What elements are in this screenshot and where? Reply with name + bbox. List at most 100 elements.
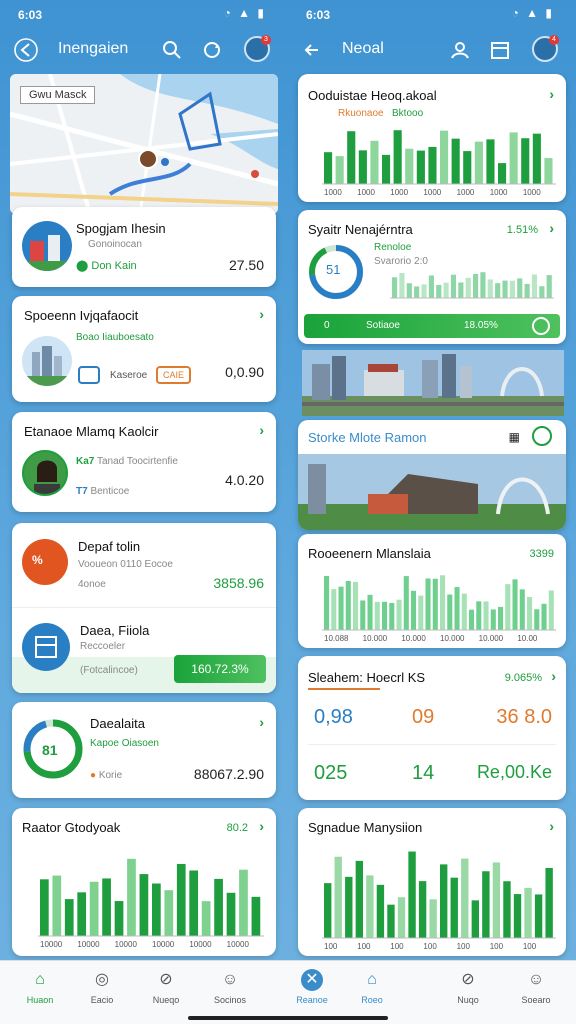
chart-bar bbox=[114, 901, 124, 936]
back-arrow-icon[interactable] bbox=[14, 38, 38, 62]
nav-item-3[interactable]: ⊘ Nueqo bbox=[136, 969, 196, 1005]
person-icon: ☺ bbox=[527, 971, 545, 988]
x-tick-label: 10.088 bbox=[324, 634, 349, 642]
chart-bar bbox=[355, 860, 364, 938]
place-card-2[interactable]: Spoeenn Ivjqafaocit › Boao Iiauboesato K… bbox=[12, 296, 276, 402]
residential-card[interactable]: Rooeenern Mlanslaia 3399 10.088 10.000 10.… bbox=[298, 534, 566, 648]
management-card[interactable]: Syaitr Nenajérntra 1.51% › 51 Renoloe Sv… bbox=[298, 210, 566, 344]
place-card-1[interactable]: Spogjam Ihesin Gonoinocan ⬤ Don Kain 27.… bbox=[12, 207, 276, 287]
person-card[interactable]: Etanaoe Mlamq Kaolcir › Ka7 Tanad Toocir… bbox=[12, 412, 276, 512]
nav-item-4[interactable]: ☺ Socinos bbox=[200, 969, 260, 1005]
chevron-right-icon[interactable]: › bbox=[549, 220, 554, 236]
chart-bar bbox=[545, 867, 553, 938]
card-title: Etanaoe Mlamq Kaolcir bbox=[24, 424, 159, 439]
card-title: Spoeenn Ivjqafaocit bbox=[24, 308, 139, 323]
pin-icon: ◎ bbox=[95, 971, 109, 988]
card-title: Spogjam Ihesin bbox=[76, 221, 166, 236]
gallery-card[interactable]: Storke Mlote Ramon ▦ bbox=[298, 420, 566, 530]
chart-bar bbox=[509, 132, 518, 184]
info-prefix: T7 bbox=[76, 486, 88, 497]
chart-bar bbox=[524, 887, 532, 938]
chart-bar bbox=[524, 283, 530, 298]
chart-bar bbox=[512, 579, 518, 630]
status-bar: 6:03 ◔ ▲ ▮ bbox=[0, 0, 288, 30]
stats-card[interactable]: Sleahem: Hoecrl KS 9.065% › 0,98 09 36 8… bbox=[298, 656, 566, 800]
nav-item-active[interactable]: ✕ Reanoe bbox=[288, 969, 342, 1005]
tag-two[interactable]: CAIE bbox=[156, 366, 192, 384]
info-line-2: T7 Benticoe bbox=[76, 486, 129, 497]
user-icon[interactable] bbox=[448, 38, 472, 62]
grid-icon[interactable]: ▦ bbox=[509, 430, 520, 444]
chart-bar bbox=[436, 284, 442, 298]
chart-bar bbox=[440, 130, 449, 184]
x-tick-label: 10000 bbox=[40, 940, 63, 948]
chart-bar bbox=[495, 283, 501, 298]
chevron-right-icon[interactable]: › bbox=[259, 818, 264, 834]
nav-item-3[interactable]: ⊘ Nuqo bbox=[438, 969, 498, 1005]
nav-home[interactable]: ⌂ Huaon bbox=[10, 969, 70, 1005]
chart-bar bbox=[418, 881, 427, 938]
chart-bar bbox=[490, 609, 496, 630]
map-location-tag[interactable]: Gwu Masck bbox=[20, 86, 96, 104]
card-value: 3858.96 bbox=[213, 575, 264, 591]
chart-bar bbox=[376, 884, 385, 938]
location-text: Korie bbox=[98, 770, 123, 781]
bottom-nav: ⌂ Huaon ◎ Eacio ⊘ Nueqo ☺ Socinos bbox=[0, 960, 288, 1024]
chart-bar bbox=[440, 575, 446, 630]
chart-bar bbox=[152, 883, 161, 936]
bar-chart-card[interactable]: Raator Gtodyoak 80.2 › 10000 10000 10000 10… bbox=[12, 808, 276, 956]
progress-card[interactable]: 81 Daealaita › Kapoe Oiasoen ● Korie 880… bbox=[12, 702, 276, 798]
nav-item-2[interactable]: ◎ Eacio bbox=[72, 969, 132, 1005]
chevron-right-icon[interactable]: › bbox=[259, 714, 264, 730]
map-view[interactable]: Gwu Masck bbox=[10, 74, 278, 214]
calendar-icon[interactable] bbox=[488, 38, 512, 62]
profile-avatar[interactable]: 4 bbox=[532, 35, 559, 62]
chevron-right-icon[interactable]: › bbox=[259, 422, 264, 438]
nav-label: Eacio bbox=[90, 995, 114, 1005]
chevron-right-icon[interactable]: › bbox=[259, 306, 264, 322]
chevron-right-icon[interactable]: › bbox=[549, 818, 554, 834]
progress-banner[interactable]: 0 Sotiaoe 18.05% bbox=[304, 314, 560, 338]
video-icon[interactable] bbox=[78, 366, 100, 384]
chart-bar bbox=[399, 273, 405, 298]
back-arrow-icon[interactable] bbox=[300, 38, 324, 62]
chart-bar bbox=[358, 150, 367, 184]
bar-chart: 10000 10000 10000 10000 10000 10000 bbox=[38, 858, 264, 948]
chart-bar bbox=[502, 280, 508, 298]
bar-chart: 100 100 100 100 100 100 100 bbox=[322, 851, 556, 950]
chart-bar bbox=[498, 163, 507, 184]
chart-bar bbox=[102, 878, 111, 936]
city-photo-strip[interactable] bbox=[302, 350, 564, 416]
search-icon[interactable] bbox=[160, 38, 184, 62]
card-title: Rooeenern Mlanslaia bbox=[308, 546, 431, 561]
chart-bar bbox=[189, 870, 199, 936]
refresh-icon[interactable] bbox=[200, 38, 224, 62]
chevron-right-icon[interactable]: › bbox=[551, 668, 556, 684]
action-button[interactable]: 160.72.3% bbox=[174, 655, 266, 683]
chart-bar bbox=[418, 595, 424, 630]
nav-home[interactable]: ⌂ Roeo bbox=[342, 969, 402, 1005]
offers-card[interactable]: % Depaf tolin Vooueon 0110 Eocoe 4onoe 3… bbox=[12, 523, 276, 693]
x-tick-label: 10.000 bbox=[363, 634, 388, 642]
bar-chart-card-2[interactable]: Sgnadue Manysiion › 100 100 100 100 100 100 10… bbox=[298, 808, 566, 956]
chevron-right-icon[interactable]: › bbox=[549, 86, 554, 102]
x-tick-label: 10000 bbox=[152, 940, 175, 948]
nav-item-4[interactable]: ☺ Soearo bbox=[506, 969, 566, 1005]
info-line-1: Ka7 Tanad Toocirtenfie bbox=[76, 456, 178, 467]
chart-bar bbox=[483, 601, 489, 630]
chart-bar bbox=[382, 601, 388, 630]
card-value: 80.2 bbox=[226, 822, 248, 834]
card-subtitle-2: (Fotcalincoe) bbox=[80, 665, 138, 676]
chart-bar bbox=[176, 863, 186, 936]
chart-bar bbox=[393, 130, 402, 184]
chart-bar bbox=[428, 146, 437, 184]
analytics-card[interactable]: Ooduistae Heoq.akoal › Rkuonaoe Bktooo 1… bbox=[298, 74, 566, 202]
refresh-icon[interactable] bbox=[532, 426, 552, 446]
chart-bar bbox=[389, 602, 395, 630]
profile-avatar[interactable]: 3 bbox=[244, 35, 271, 62]
card-subtitle-2: 4onoe bbox=[78, 579, 106, 590]
chart-bar bbox=[387, 904, 395, 938]
status-time: 6:03 bbox=[18, 8, 43, 22]
banner-icon[interactable] bbox=[532, 317, 550, 335]
chart-bar bbox=[465, 277, 471, 298]
